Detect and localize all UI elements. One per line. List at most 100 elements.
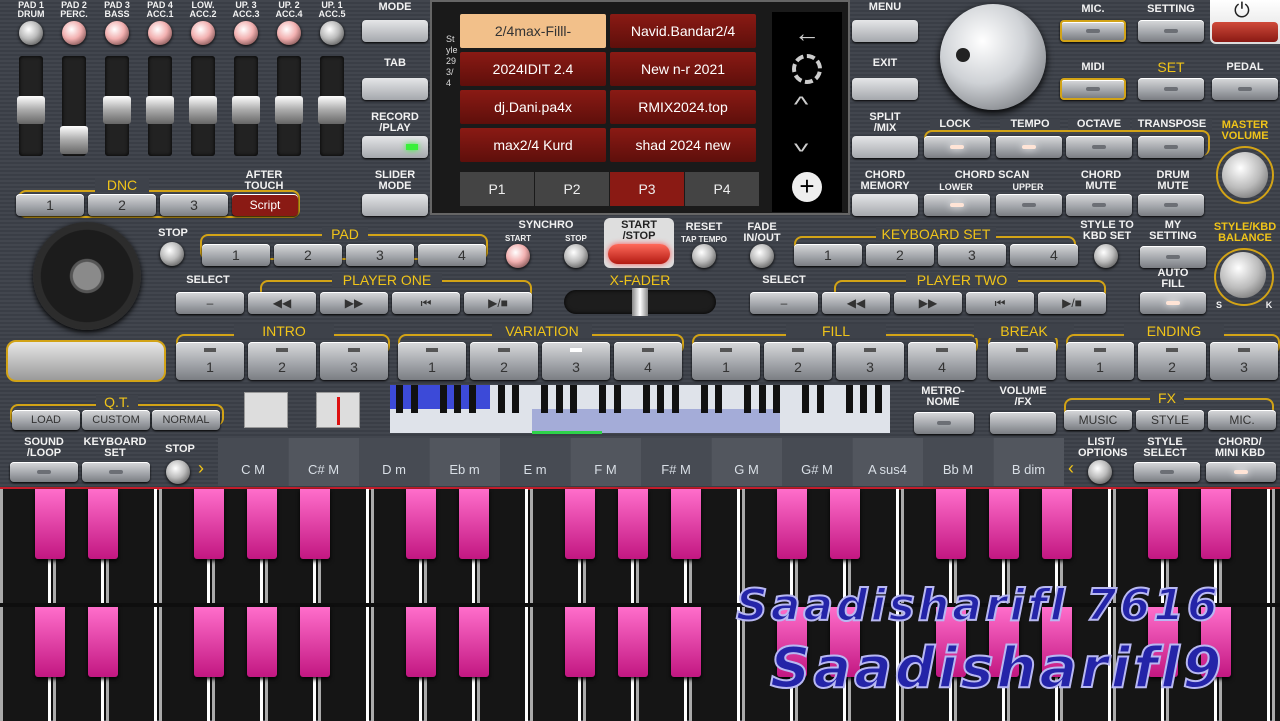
black-key[interactable] (1148, 489, 1178, 559)
chord-button[interactable]: F M (570, 438, 641, 486)
player-one-play-pause-button[interactable]: ▶/■ (464, 292, 532, 314)
jog-wheel[interactable] (33, 222, 141, 330)
chevron-right-icon[interactable]: › (198, 458, 204, 479)
intro-button-1[interactable]: 1 (176, 342, 244, 380)
list-options-knob[interactable] (1088, 460, 1112, 484)
script-button[interactable]: Script (232, 194, 298, 216)
intro-button-3[interactable]: 3 (320, 342, 388, 380)
set-button[interactable] (1138, 78, 1204, 100)
back-arrow-icon[interactable]: ← (794, 18, 820, 49)
fader-cap[interactable] (17, 96, 45, 124)
synchro-stop-knob[interactable] (564, 244, 588, 268)
pad-button-4[interactable]: 4 (418, 244, 486, 266)
intro-button-2[interactable]: 2 (248, 342, 316, 380)
player-two-fast-forward-button[interactable]: ▶▶ (894, 292, 962, 314)
chord-button[interactable]: G M (711, 438, 782, 486)
chevron-down-icon[interactable]: ^ (794, 130, 808, 156)
channel-knob[interactable] (105, 21, 129, 45)
black-key[interactable] (88, 489, 118, 559)
start-stop-button[interactable] (608, 244, 670, 264)
white-key[interactable] (1272, 607, 1280, 721)
chord-button[interactable]: C# M (288, 438, 359, 486)
mini-keyboard[interactable] (390, 385, 890, 434)
pad-button-3[interactable]: 3 (346, 244, 414, 266)
style-item[interactable]: dj.Dani.pa4x (460, 90, 606, 124)
ending-button-1[interactable]: 1 (1066, 342, 1134, 380)
channel-knob[interactable] (19, 21, 43, 45)
black-key[interactable] (406, 607, 436, 677)
channel-fader[interactable] (146, 56, 174, 156)
page-tab-P3[interactable]: P3 (610, 172, 684, 206)
fill-button-4[interactable]: 4 (908, 342, 976, 380)
black-key[interactable] (247, 607, 277, 677)
fx-style-button[interactable]: STYLE (1136, 410, 1204, 430)
channel-fader[interactable] (275, 56, 303, 156)
black-key[interactable] (936, 489, 966, 559)
black-key[interactable] (777, 489, 807, 559)
channel-knob[interactable] (234, 21, 258, 45)
auto-fill-button[interactable] (1140, 292, 1206, 314)
chord-button[interactable]: B dim (993, 438, 1064, 486)
fader-cap[interactable] (275, 96, 303, 124)
fader-cap[interactable] (146, 96, 174, 124)
fader-cap[interactable] (232, 96, 260, 124)
octave-arrow-icon[interactable] (316, 392, 360, 428)
black-key[interactable] (194, 489, 224, 559)
chord-button[interactable]: Eb m (429, 438, 500, 486)
record-play-button[interactable] (362, 136, 428, 158)
fader-cap[interactable] (103, 96, 131, 124)
fader-cap[interactable] (189, 96, 217, 124)
pad-stop-knob[interactable] (160, 242, 184, 266)
split-mix-button[interactable] (852, 136, 918, 158)
variation-button-2[interactable]: 2 (470, 342, 538, 380)
metronome-button[interactable] (914, 412, 974, 434)
black-key[interactable] (671, 607, 701, 677)
channel-knob[interactable] (191, 21, 215, 45)
volume-fx-button[interactable] (990, 412, 1056, 434)
chord-button[interactable]: A sus4 (852, 438, 923, 486)
chord-button[interactable]: C M (218, 438, 288, 486)
chord-button[interactable]: Bb M (923, 438, 993, 486)
style-item[interactable]: 2/4max-Filll- (460, 14, 606, 48)
power-icon[interactable]: ⏻ (1234, 0, 1250, 23)
style-item[interactable]: shad 2024 new (610, 128, 756, 162)
channel-fader[interactable] (318, 56, 346, 156)
octave-button[interactable] (1066, 136, 1132, 158)
channel-fader[interactable] (232, 56, 260, 156)
black-key[interactable] (194, 607, 224, 677)
black-key[interactable] (618, 489, 648, 559)
chord-button[interactable]: F# M (641, 438, 711, 486)
black-key[interactable] (989, 489, 1019, 559)
variation-button-1[interactable]: 1 (398, 342, 466, 380)
keyboard-set-button-3[interactable]: 3 (938, 244, 1006, 266)
fx-mic-button[interactable]: MIC. (1208, 410, 1276, 430)
keyboard-set-button-1[interactable]: 1 (794, 244, 862, 266)
black-key[interactable] (35, 607, 65, 677)
ending-button-2[interactable]: 2 (1138, 342, 1206, 380)
page-tab-P1[interactable]: P1 (460, 172, 534, 206)
fx-music-button[interactable]: MUSIC (1064, 410, 1132, 430)
fill-button-1[interactable]: 1 (692, 342, 760, 380)
black-key[interactable] (459, 489, 489, 559)
player-two-play-pause-button[interactable]: ▶/■ (1038, 292, 1106, 314)
white-key[interactable] (1272, 489, 1280, 603)
fader-cap[interactable] (60, 126, 88, 154)
style-item[interactable]: RMIX2024.top (610, 90, 756, 124)
channel-knob[interactable] (320, 21, 344, 45)
black-key[interactable] (300, 489, 330, 559)
style-item[interactable]: New n-r 2021 (610, 52, 756, 86)
reset-knob[interactable] (692, 244, 716, 268)
player-two-rewind-button[interactable]: ◀◀ (822, 292, 890, 314)
channel-knob[interactable] (148, 21, 172, 45)
synchro-start-knob[interactable] (506, 244, 530, 268)
break-button-1[interactable] (988, 342, 1056, 380)
chord-scan-upper-button[interactable] (996, 194, 1062, 216)
master-volume-knob[interactable] (1222, 152, 1268, 198)
dnc-button-1[interactable]: 1 (16, 194, 84, 216)
transpose-button[interactable] (1138, 136, 1204, 158)
player-two-select-button[interactable]: – (750, 292, 818, 314)
black-key[interactable] (671, 489, 701, 559)
black-key[interactable] (618, 607, 648, 677)
exit-button[interactable] (852, 78, 918, 100)
add-icon[interactable]: + (792, 172, 822, 202)
